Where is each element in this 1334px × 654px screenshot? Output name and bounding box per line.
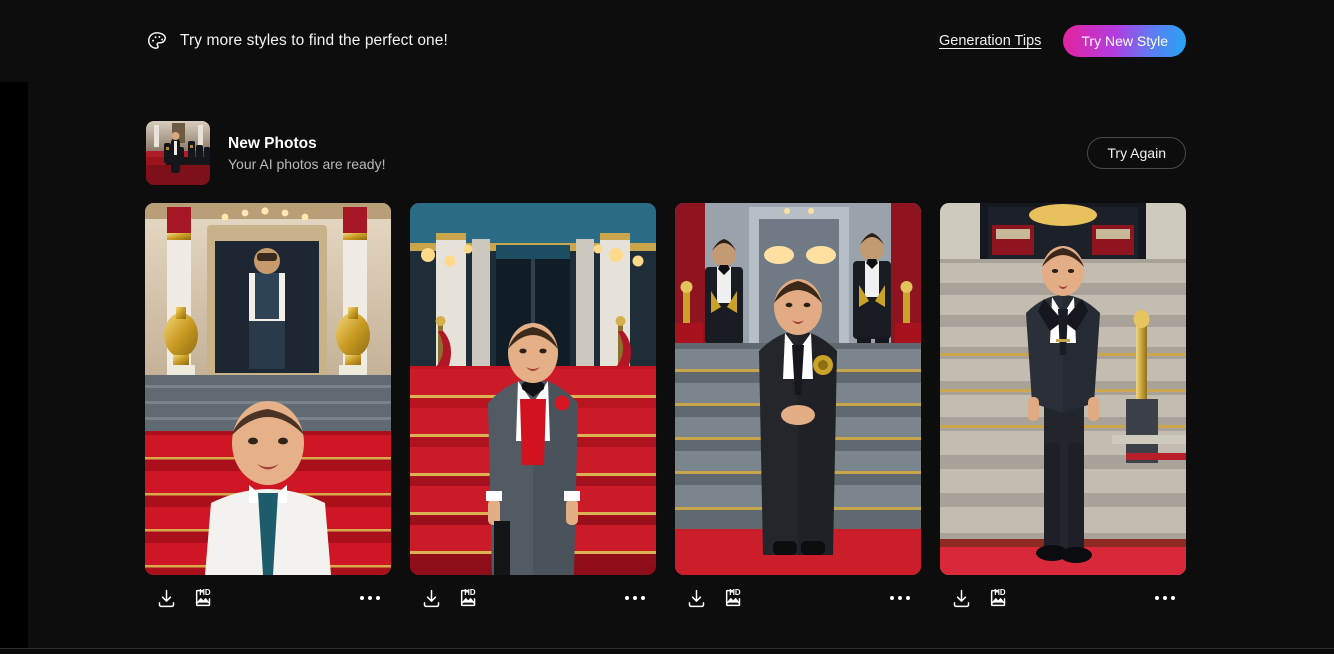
- photo-card: HD: [675, 203, 921, 618]
- hd-image-icon[interactable]: HD: [987, 586, 1011, 610]
- photo-actions-left: HD: [419, 586, 481, 610]
- photo-actions-left: HD: [684, 586, 746, 610]
- banner-content: Try more styles to find the perfect one!…: [146, 0, 1186, 82]
- try-new-style-button[interactable]: Try New Style: [1063, 25, 1186, 57]
- photo-card: HD: [145, 203, 391, 618]
- new-photos-header: New Photos Your AI photos are ready! Try…: [146, 121, 1186, 185]
- more-options-icon[interactable]: [623, 590, 647, 606]
- more-options-icon[interactable]: [1153, 590, 1177, 606]
- result-header-texts: New Photos Your AI photos are ready!: [228, 135, 1087, 172]
- banner-message: Try more styles to find the perfect one!: [180, 32, 448, 49]
- more-options-icon[interactable]: [358, 590, 382, 606]
- style-suggestion-banner: Try more styles to find the perfect one!…: [0, 0, 1334, 82]
- app-root: Try more styles to find the perfect one!…: [0, 0, 1334, 654]
- svg-text:HD: HD: [729, 588, 741, 597]
- hd-image-icon[interactable]: HD: [722, 586, 746, 610]
- more-options-icon[interactable]: [888, 590, 912, 606]
- generated-photo-1[interactable]: [145, 203, 391, 575]
- photo-actions-left: HD: [154, 586, 216, 610]
- page-subtitle: Your AI photos are ready!: [228, 155, 386, 172]
- download-icon[interactable]: [684, 586, 708, 610]
- hd-image-icon[interactable]: HD: [192, 586, 216, 610]
- svg-text:HD: HD: [994, 588, 1006, 597]
- photo-actions: HD: [675, 578, 921, 618]
- page-title: New Photos: [228, 134, 317, 152]
- left-rail: [0, 0, 28, 654]
- download-icon[interactable]: [154, 586, 178, 610]
- bottom-strip: [0, 649, 1334, 654]
- try-again-button[interactable]: Try Again: [1087, 137, 1186, 169]
- palette-icon: [146, 30, 168, 52]
- photo-actions: HD: [940, 578, 1186, 618]
- photo-actions-left: HD: [949, 586, 1011, 610]
- photo-card: HD: [940, 203, 1186, 618]
- result-thumbnail[interactable]: [146, 121, 210, 185]
- generation-tips-link[interactable]: Generation Tips: [939, 33, 1041, 49]
- download-icon[interactable]: [949, 586, 973, 610]
- generated-photo-3[interactable]: [675, 203, 921, 575]
- banner-message-group: Try more styles to find the perfect one!: [146, 30, 939, 52]
- photo-card: HD: [410, 203, 656, 618]
- photo-actions: HD: [410, 578, 656, 618]
- download-icon[interactable]: [419, 586, 443, 610]
- photo-gallery: HD HD HD HD: [145, 203, 1186, 618]
- banner-actions: Generation Tips Try New Style: [939, 25, 1186, 57]
- svg-text:HD: HD: [464, 588, 476, 597]
- generated-photo-2[interactable]: [410, 203, 656, 575]
- svg-text:HD: HD: [199, 588, 211, 597]
- generated-photo-4[interactable]: [940, 203, 1186, 575]
- photo-actions: HD: [145, 578, 391, 618]
- hd-image-icon[interactable]: HD: [457, 586, 481, 610]
